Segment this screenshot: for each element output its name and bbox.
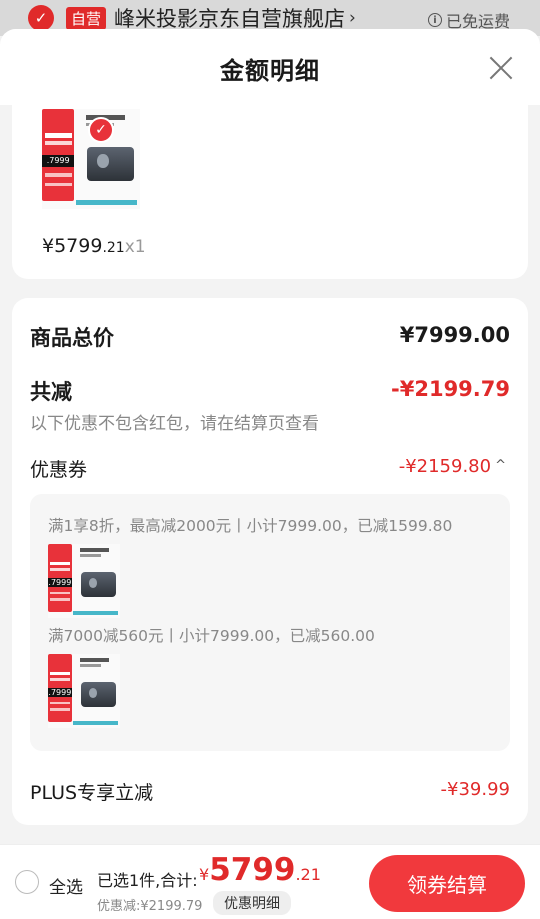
radio-icon[interactable] — [15, 870, 39, 894]
product-quantity: x1 — [124, 237, 146, 257]
price-summary-card: 商品总价 ¥7999.00 共减 -¥2199.79 以下优惠不包含红包，请在结… — [12, 298, 528, 825]
select-all-label[interactable]: 全选 — [49, 873, 83, 898]
chevron-right-icon[interactable]: › — [349, 8, 356, 28]
coupon-rule-2: 满7000减560元丨小计7999.00，已减560.00 — [48, 627, 375, 645]
selected-check-icon[interactable]: ✓ — [88, 117, 114, 143]
close-icon[interactable] — [488, 55, 514, 81]
self-operated-tag: 自营 — [66, 6, 107, 30]
checkout-button[interactable]: 领券结算 — [369, 855, 525, 912]
coupon-product-thumbnail-2: .7999 — [48, 654, 120, 728]
goods-total-label: 商品总价 — [30, 326, 114, 350]
chevron-up-icon[interactable]: ^ — [495, 458, 506, 473]
coupon-product-thumbnail-1: .7999 — [48, 544, 120, 618]
coupon-label[interactable]: 优惠券 — [30, 455, 87, 482]
info-icon: i — [427, 13, 442, 27]
coupon-detail-box: 满1享8折，最高减2000元丨小计7999.00，已减1599.80 .7999… — [30, 494, 510, 751]
amount-detail-sheet: 金额明细 .7999 ✓ ¥5799.21x1 商品总价 ¥7999.00 共减… — [0, 29, 540, 919]
discount-note: 以下优惠不包含红包，请在结算页查看 — [30, 414, 319, 434]
total-discount-value: -¥2199.79 — [391, 377, 510, 401]
goods-total-value: ¥7999.00 — [399, 323, 510, 347]
sheet-title: 金额明细 — [220, 57, 320, 85]
checkout-bar: 全选 已选1件,合计: ¥5799.21 优惠减:¥2199.79 优惠明细 领… — [0, 844, 540, 919]
sheet-header: 金额明细 — [0, 29, 540, 105]
selected-count-label: 已选1件,合计: — [97, 871, 198, 890]
total-price: ¥5799.21 — [199, 852, 321, 888]
discount-summary: 优惠减:¥2199.79 — [97, 899, 203, 914]
coupon-rule-1: 满1享8折，最高减2000元丨小计7999.00，已减1599.80 — [48, 517, 453, 535]
plus-discount-value: -¥39.99 — [440, 779, 510, 800]
coupon-value-toggle[interactable]: -¥2159.80 ^ — [399, 456, 506, 477]
check-icon[interactable]: ✓ — [28, 5, 54, 31]
coupon-value: -¥2159.80 — [398, 456, 492, 477]
total-discount-label: 共减 — [30, 380, 72, 404]
discount-detail-button[interactable]: 优惠明细 — [213, 891, 291, 915]
product-price: ¥5799.21x1 — [42, 235, 146, 257]
product-card: .7999 ✓ ¥5799.21x1 — [12, 105, 528, 279]
plus-discount-label: PLUS专享立减 — [30, 782, 154, 804]
